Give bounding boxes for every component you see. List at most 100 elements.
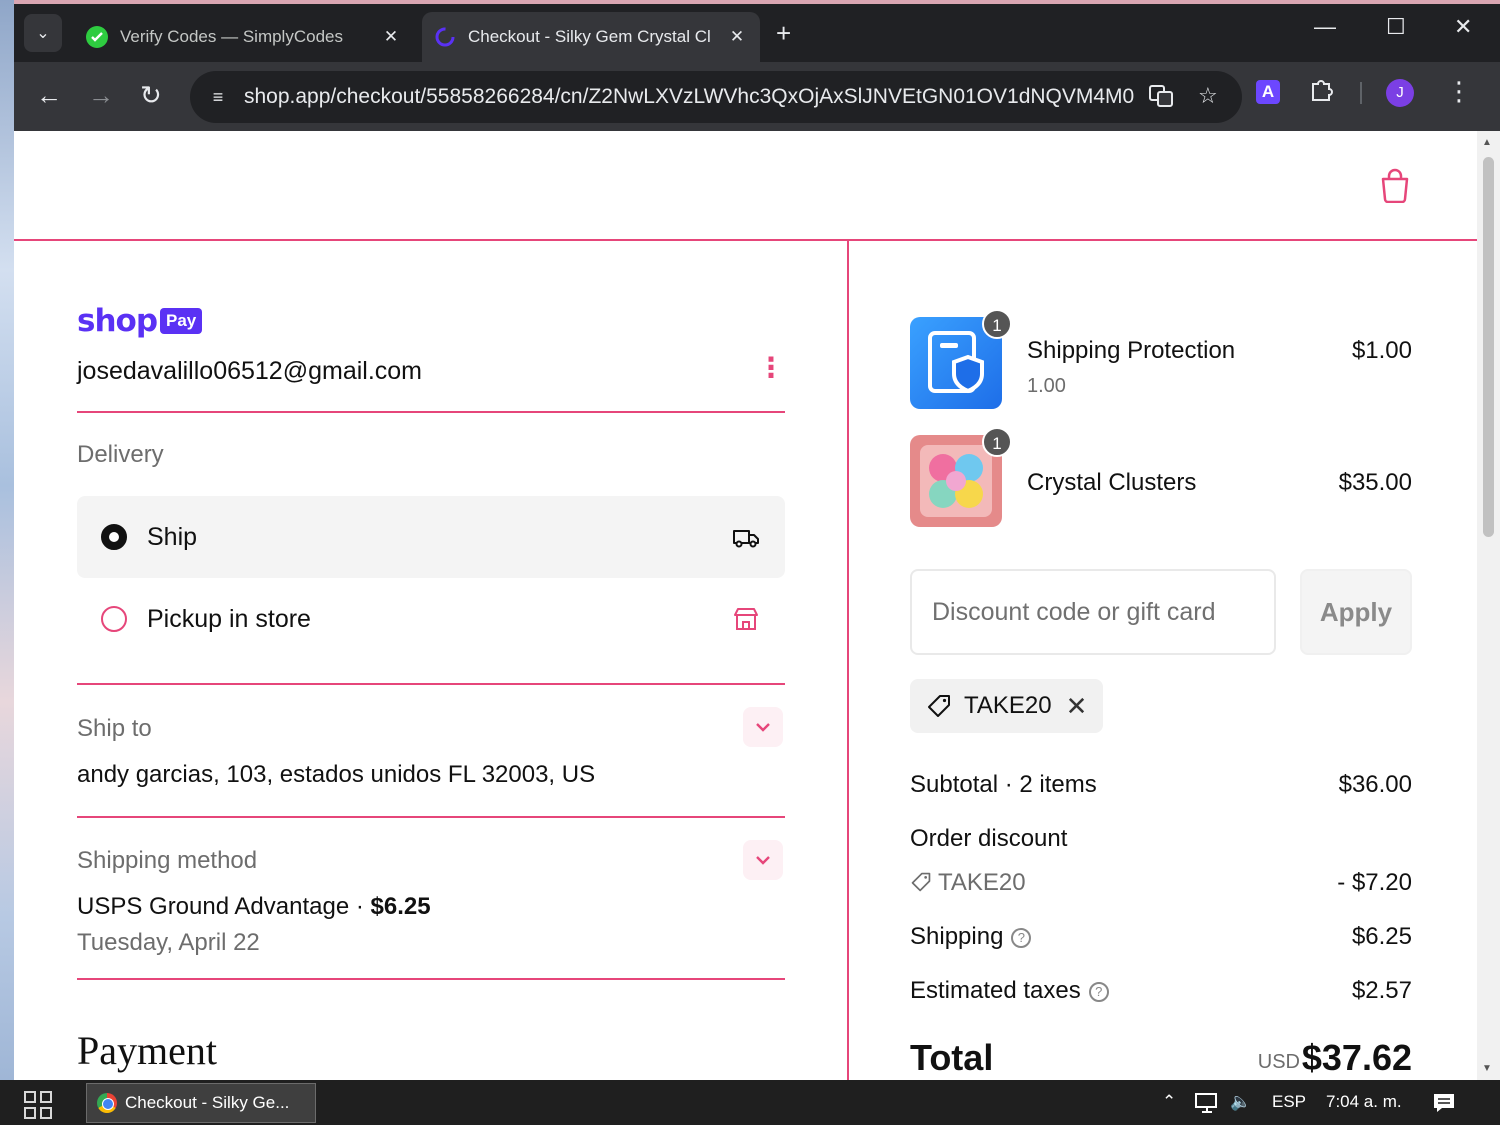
account-menu-icon[interactable]: ⋮ [757, 351, 785, 385]
windows-taskbar: Checkout - Silky Ge... ⌃ 🔈 ESP 7:04 a. m… [0, 1080, 1500, 1125]
divider [77, 978, 785, 980]
chevron-down-icon [756, 723, 770, 732]
ship-to-label: Ship to [77, 715, 152, 742]
subtotal-row: Subtotal · 2 items $36.00 [910, 771, 1412, 799]
scroll-down-arrow-icon[interactable]: ▼ [1482, 1063, 1492, 1074]
discount-code-text: TAKE20 [938, 869, 1026, 896]
account-email: josedavalillo06512@gmail.com [77, 357, 423, 385]
shipping-method-name: USPS Ground Advantage · [77, 893, 371, 920]
subtotal-amount: $36.00 [1338, 771, 1412, 798]
tab-checkout[interactable]: Checkout - Silky Gem Crystal Cl ✕ [422, 12, 760, 62]
scroll-up-arrow-icon[interactable]: ▲ [1482, 137, 1492, 148]
divider [77, 816, 785, 818]
pickup-label: Pickup in store [147, 604, 311, 633]
extensions-puzzle-icon[interactable] [1308, 76, 1334, 109]
subtotal-label: Subtotal · 2 items [910, 771, 1097, 798]
volume-icon[interactable]: 🔈 [1230, 1092, 1251, 1112]
taxes-row: Estimated taxes? $2.57 [910, 977, 1412, 1005]
shop-pay-logo: shop Pay [77, 303, 203, 339]
discount-code-row: TAKE20 - $7.20 [910, 869, 1412, 897]
tab-close-icon[interactable]: ✕ [726, 27, 748, 47]
radio-unselected[interactable] [101, 606, 127, 632]
address-bar[interactable]: ≡ shop.app/checkout/55858266284/cn/Z2NwL… [190, 71, 1242, 123]
clock-time[interactable]: 7:04 a. m. [1326, 1092, 1402, 1112]
scrollbar-thumb[interactable] [1483, 157, 1494, 537]
discount-code-input[interactable] [910, 569, 1276, 655]
delivery-option-pickup[interactable]: Pickup in store [77, 578, 785, 660]
radio-selected[interactable] [101, 524, 127, 550]
forward-arrow-icon[interactable]: → [88, 80, 114, 110]
url-text[interactable]: shop.app/checkout/55858266284/cn/Z2NwLXV… [244, 85, 1134, 109]
remove-code-icon[interactable]: ✕ [1066, 691, 1088, 722]
order-discount-label: Order discount [910, 825, 1068, 852]
network-icon[interactable] [1194, 1092, 1220, 1119]
chevron-down-icon [756, 856, 770, 865]
line-item: 1 Crystal Clusters $35.00 [910, 427, 1412, 531]
notifications-icon[interactable] [1432, 1092, 1456, 1119]
column-divider [847, 241, 849, 1080]
tab-strip: ⌄ Verify Codes — SimplyCodes ✕ Checkout … [14, 4, 1500, 62]
line-item: 1 Shipping Protection 1.00 $1.00 [910, 309, 1412, 413]
tray-expand-icon[interactable]: ⌃ [1162, 1092, 1176, 1112]
quantity-badge: 1 [982, 309, 1012, 339]
profile-avatar[interactable]: J [1386, 79, 1414, 107]
tab-title: Checkout - Silky Gem Crystal Cl [468, 27, 711, 46]
page-scrollbar[interactable]: ▲ ▼ [1477, 131, 1500, 1080]
shop-pay-badge: Pay [160, 308, 203, 334]
toolbar-separator [1360, 82, 1362, 104]
window-close-icon[interactable]: ✕ [1454, 14, 1472, 40]
item-variant: 1.00 [1027, 375, 1066, 397]
language-indicator[interactable]: ESP [1272, 1092, 1306, 1112]
shipping-method-label: Shipping method [77, 847, 258, 874]
shipping-row: Shipping? $6.25 [910, 923, 1412, 951]
site-settings-icon[interactable]: ≡ [204, 83, 232, 111]
applied-code-text: TAKE20 [964, 692, 1052, 719]
taskbar-item-label: Checkout - Silky Ge... [125, 1093, 290, 1112]
new-tab-plus-icon[interactable]: + [776, 20, 791, 46]
task-view-icon[interactable] [24, 1091, 52, 1119]
tab-title: Verify Codes — SimplyCodes [120, 27, 343, 46]
maximize-icon[interactable]: ☐ [1386, 14, 1406, 40]
back-arrow-icon[interactable]: ← [36, 80, 62, 110]
shipping-date: Tuesday, April 22 [77, 929, 260, 956]
discount-amount: - $7.20 [1337, 869, 1412, 896]
total-amount: $37.62 [1301, 1037, 1412, 1078]
order-discount-row: Order discount [910, 825, 1412, 853]
checkout-page: shop Pay josedavalillo06512@gmail.com ⋮ … [14, 131, 1477, 1080]
total-row: Total USD $37.62 [910, 1037, 1412, 1079]
translate-icon[interactable] [1148, 83, 1174, 115]
browser-menu-icon[interactable]: ⋮ [1446, 76, 1472, 107]
bookmark-star-icon[interactable]: ☆ [1198, 83, 1218, 109]
delivery-option-ship[interactable]: Ship [77, 496, 785, 578]
item-name: Shipping Protection [1027, 337, 1236, 364]
divider [77, 411, 785, 413]
chrome-icon [97, 1093, 117, 1113]
item-name: Crystal Clusters [1027, 469, 1197, 496]
tag-icon [928, 695, 950, 717]
taskbar-chrome-item[interactable]: Checkout - Silky Ge... [86, 1083, 316, 1123]
help-icon[interactable]: ? [1011, 927, 1032, 948]
help-icon[interactable]: ? [1088, 981, 1109, 1002]
reload-icon[interactable]: ↻ [140, 80, 162, 110]
ship-to-expand-button[interactable] [743, 707, 783, 747]
shipping-amount: $6.25 [1351, 923, 1412, 950]
shipping-method-expand-button[interactable] [743, 840, 783, 880]
tab-close-icon[interactable]: ✕ [380, 27, 402, 47]
taxes-amount: $2.57 [1351, 977, 1412, 1004]
shop-favicon-icon [434, 26, 456, 48]
minimize-icon[interactable]: — [1314, 14, 1336, 40]
extension-a-icon[interactable]: A [1256, 80, 1280, 104]
apply-discount-button[interactable]: Apply [1300, 569, 1412, 655]
tab-simplycodes[interactable]: Verify Codes — SimplyCodes ✕ [74, 12, 414, 62]
ship-to-address: andy garcias, 103, estados unidos FL 320… [77, 761, 596, 788]
tab-search-button[interactable]: ⌄ [24, 14, 62, 52]
truck-icon [733, 530, 759, 548]
shopping-bag-icon[interactable] [1378, 167, 1412, 203]
store-icon [734, 608, 758, 630]
desktop-background-left [0, 0, 14, 1080]
shipping-method-price: $6.25 [370, 893, 431, 920]
chevron-down-icon: ⌄ [36, 25, 50, 42]
tag-icon [911, 872, 931, 892]
shipping-label: Shipping [910, 923, 1004, 950]
checkout-header [14, 131, 1477, 241]
